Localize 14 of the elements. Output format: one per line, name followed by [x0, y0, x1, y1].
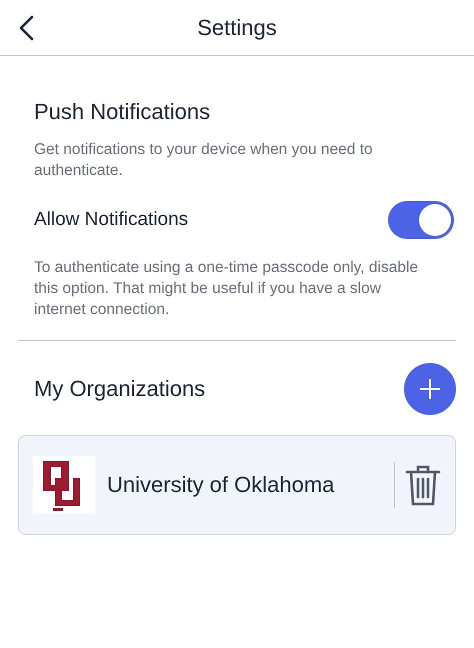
section-description: Get notifications to your device when you need to authenticate.: [34, 140, 374, 181]
notifications-toggle[interactable]: [388, 201, 454, 239]
logo-icon: [33, 456, 95, 514]
screen-title: Settings: [197, 14, 277, 40]
plus-icon: [419, 378, 441, 400]
organization-card[interactable]: University of Oklahoma: [18, 435, 456, 535]
section-title: My Organizations: [34, 376, 206, 402]
toggle-label: Allow Notifications: [34, 209, 188, 231]
add-button[interactable]: [404, 363, 456, 415]
organization-name: University of Oklahoma: [107, 472, 336, 498]
toggle-description: To authenticate using a one-time passcode only, disable this option. That might be useful if you have a slow internet connection.: [34, 258, 420, 320]
trash-icon: [405, 463, 441, 507]
delete-button[interactable]: [405, 463, 441, 507]
section-title: Push Notifications: [34, 98, 212, 125]
